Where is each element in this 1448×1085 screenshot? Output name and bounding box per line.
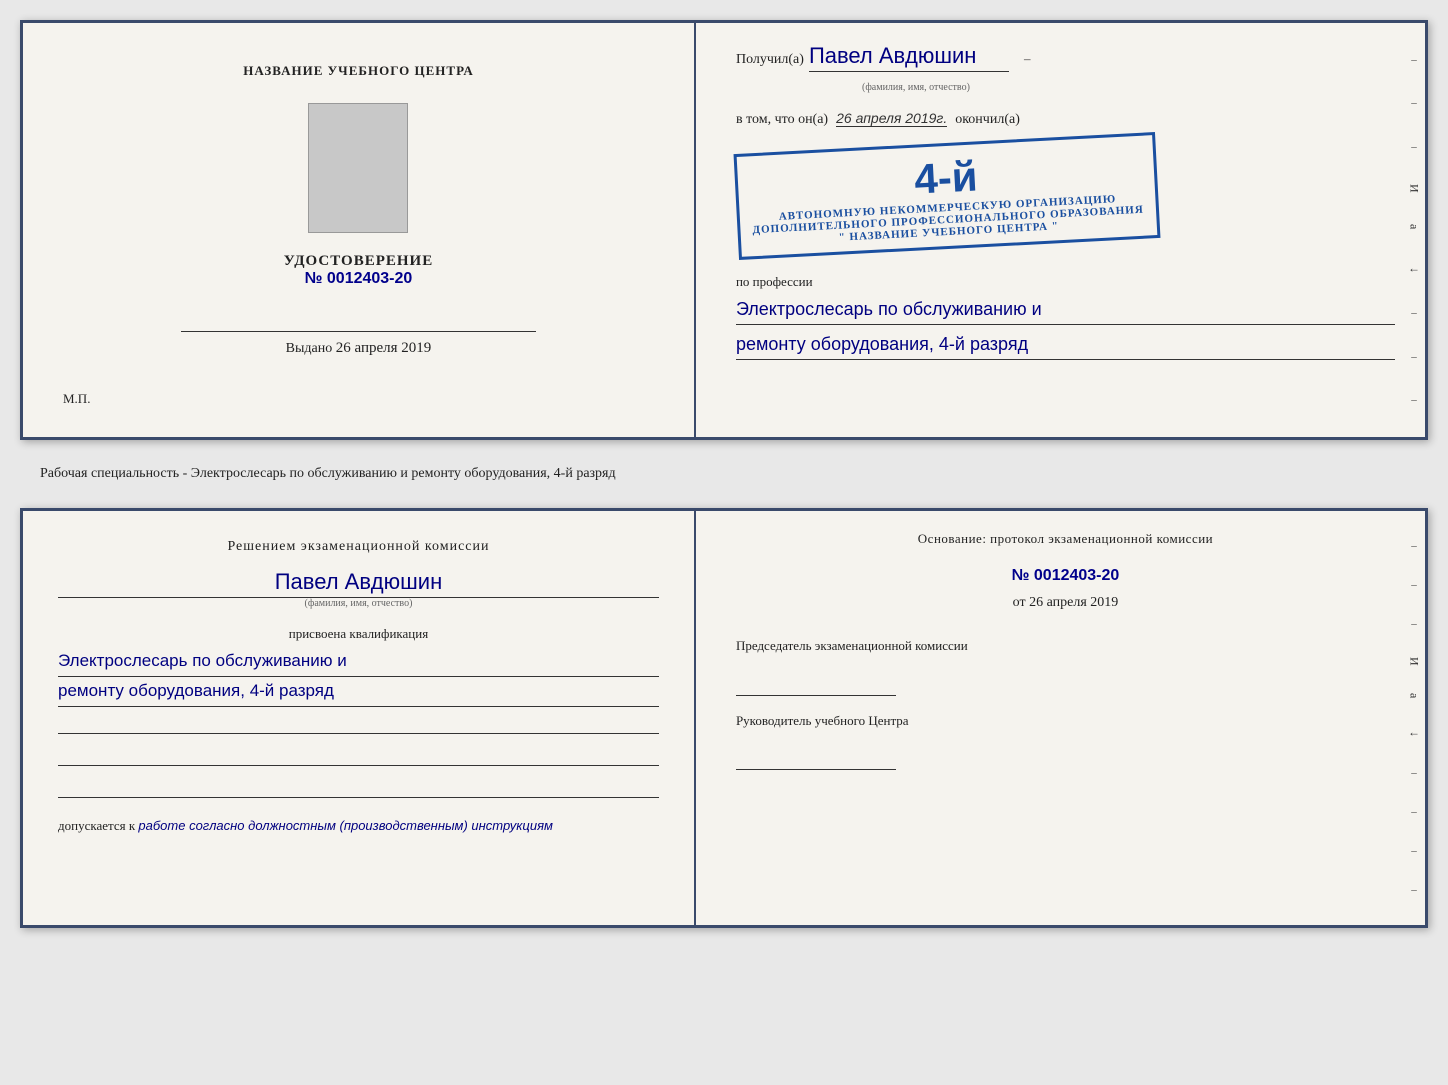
stamp-block: 4-й АВТОНОМНУЮ НЕКОММЕРЧЕСКУЮ ОРГАНИЗАЦИ… [733, 132, 1160, 260]
b-side-dash-3: – [1411, 618, 1417, 630]
top-doc-right: Получил(а) Павел Авдюшин – (фамилия, имя… [696, 23, 1425, 437]
osnovaniye-label: Основание: протокол экзаменационной коми… [736, 531, 1395, 547]
predsedatel-block: Председатель экзаменационной комиссии [736, 636, 1395, 696]
page-wrapper: НАЗВАНИЕ УЧЕБНОГО ЦЕНТРА УДОСТОВЕРЕНИЕ №… [20, 20, 1428, 928]
side-dash-5: – [1411, 351, 1417, 363]
side-arrow: ← [1408, 261, 1420, 276]
mp-label: М.П. [63, 391, 90, 407]
b-side-dash-6: – [1411, 845, 1417, 857]
side-dash-4: – [1411, 307, 1417, 319]
bottom-document: Решением экзаменационной комиссии Павел … [20, 508, 1428, 928]
recipient-label: Получил(а) [736, 52, 804, 68]
kvalif-line1: Электрослесарь по обслуживанию и [58, 647, 659, 677]
rukovoditel-label: Руководитель учебного Центра [736, 711, 1395, 731]
vtom-date: 26 апреля 2019г. [836, 110, 947, 127]
side-letter-a: а [1406, 224, 1421, 229]
b-side-dash-5: – [1411, 806, 1417, 818]
kvalif-label: присвоена квалификация [58, 626, 659, 642]
b-side-dash-2: – [1411, 579, 1417, 591]
side-letter-i: И [1406, 184, 1421, 193]
issued-line: Выдано 26 апреля 2019 [63, 340, 654, 357]
vtom-label: в том, что он(а) [736, 112, 828, 128]
dopusk-label: допускается к [58, 818, 135, 833]
kvalif-line2: ремонту оборудования, 4-й разряд [58, 677, 659, 707]
b-side-arrow: ← [1408, 725, 1420, 740]
b-side-dash-1: – [1411, 540, 1417, 552]
side-dash-1: – [1411, 54, 1417, 66]
cert-title: УДОСТОВЕРЕНИЕ [284, 253, 434, 270]
middle-text: Рабочая специальность - Электрослесарь п… [20, 458, 1428, 490]
b-side-dash-7: – [1411, 884, 1417, 896]
side-dash-3: – [1411, 141, 1417, 153]
top-doc-left: НАЗВАНИЕ УЧЕБНОГО ЦЕНТРА УДОСТОВЕРЕНИЕ №… [23, 23, 696, 437]
date-from-value: 26 апреля 2019 [1029, 595, 1118, 610]
bottom-name: Павел Авдюшин [58, 569, 659, 598]
recipient-name: Павел Авдюшин [809, 43, 1009, 72]
issued-date: 26 апреля 2019 [336, 340, 432, 356]
dopusk-text: работе согласно должностным (производств… [138, 818, 553, 833]
rukovoditel-sig-line [736, 750, 896, 770]
profession-line2: ремонту оборудования, 4-й разряд [736, 330, 1395, 360]
b-side-letter-i: И [1406, 657, 1421, 666]
photo-placeholder [308, 103, 408, 233]
blank-line-3 [58, 776, 659, 798]
profession-line1: Электрослесарь по обслуживанию и [736, 295, 1395, 325]
top-center-title: НАЗВАНИЕ УЧЕБНОГО ЦЕНТРА [243, 63, 474, 79]
predsedatel-label: Председатель экзаменационной комиссии [736, 636, 1395, 656]
issued-label: Выдано [286, 341, 333, 356]
bottom-fio-hint: (фамилия, имя, отчество) [58, 598, 659, 609]
date-from-label: от [1013, 595, 1026, 610]
dopusk-line: допускается к работе согласно должностны… [58, 818, 659, 834]
side-dash-6: – [1411, 394, 1417, 406]
bottom-doc-left: Решением экзаменационной комиссии Павел … [23, 511, 696, 925]
okonchil-label: окончил(а) [955, 112, 1020, 128]
date-from-line: от 26 апреля 2019 [736, 595, 1395, 611]
recipient-line: Получил(а) Павел Авдюшин – [736, 43, 1395, 72]
b-side-dash-4: – [1411, 767, 1417, 779]
protocol-number: № 0012403-20 [736, 567, 1395, 585]
fio-hint-top: (фамилия, имя, отчество) [816, 82, 1016, 93]
vtom-line: в том, что он(а) 26 апреля 2019г. окончи… [736, 110, 1395, 128]
profession-label: по профессии [736, 274, 1395, 290]
side-dash-2: – [1411, 97, 1417, 109]
cert-number: № 0012403-20 [284, 270, 434, 288]
bottom-doc-right: Основание: протокол экзаменационной коми… [696, 511, 1425, 925]
top-document: НАЗВАНИЕ УЧЕБНОГО ЦЕНТРА УДОСТОВЕРЕНИЕ №… [20, 20, 1428, 440]
blank-line-1 [58, 712, 659, 734]
stamp-wrapper: 4-й АВТОНОМНУЮ НЕКОММЕРЧЕСКУЮ ОРГАНИЗАЦИ… [736, 133, 1395, 259]
b-side-letter-a: а [1406, 693, 1421, 698]
predsedatel-sig-line [736, 676, 896, 696]
rukovoditel-block: Руководитель учебного Центра [736, 711, 1395, 771]
blank-line-2 [58, 744, 659, 766]
komissia-title: Решением экзаменационной комиссии [58, 536, 659, 557]
